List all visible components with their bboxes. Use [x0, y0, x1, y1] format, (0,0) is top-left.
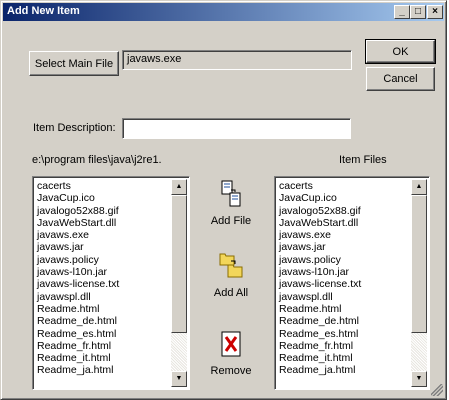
ok-button[interactable]: OK	[365, 39, 436, 64]
scroll-up-arrow-icon[interactable]: ▲	[171, 179, 187, 195]
list-item[interactable]: javaws.policy	[37, 254, 119, 266]
add-all-label: Add All	[213, 287, 249, 299]
list-item[interactable]: javaws.exe	[37, 229, 119, 241]
add-file-label: Add File	[210, 215, 252, 227]
list-item[interactable]: Readme_de.html	[37, 315, 119, 327]
list-item[interactable]: javaws-l10n.jar	[37, 266, 119, 278]
list-item[interactable]: javaws.exe	[279, 229, 361, 241]
item-files-scrollbar[interactable]: ▲ ▼	[411, 179, 427, 387]
add-new-item-dialog: Add New Item _ □ × Select Main File java…	[0, 0, 447, 400]
list-item[interactable]: javaws.policy	[279, 254, 361, 266]
remove-button[interactable]: Remove	[201, 331, 261, 377]
scroll-thumb[interactable]	[171, 195, 187, 333]
list-item[interactable]: javalogo52x88.gif	[37, 205, 119, 217]
minimize-button[interactable]: _	[394, 5, 410, 19]
resize-grip-icon[interactable]	[431, 384, 443, 396]
red-x-icon	[213, 331, 249, 361]
list-item[interactable]: JavaWebStart.dll	[279, 217, 361, 229]
item-files-list-items: cacerts JavaCup.ico javalogo52x88.gif Ja…	[279, 180, 361, 377]
list-item[interactable]: Readme.html	[279, 303, 361, 315]
list-item[interactable]: Readme_fr.html	[37, 340, 119, 352]
scroll-down-arrow-icon[interactable]: ▼	[171, 371, 187, 387]
source-list-items: cacerts JavaCup.ico javalogo52x88.gif Ja…	[37, 180, 119, 377]
source-path-label: e:\program files\java\j2re1.	[32, 154, 162, 166]
list-item[interactable]: cacerts	[279, 180, 361, 192]
list-item[interactable]: Readme.html	[37, 303, 119, 315]
source-file-list[interactable]: cacerts JavaCup.ico javalogo52x88.gif Ja…	[32, 176, 190, 390]
title-bar[interactable]: Add New Item _ □ ×	[3, 3, 444, 21]
list-item[interactable]: javaws.jar	[279, 241, 361, 253]
maximize-button[interactable]: □	[410, 5, 426, 19]
item-files-list[interactable]: cacerts JavaCup.ico javalogo52x88.gif Ja…	[274, 176, 430, 390]
list-item[interactable]: JavaCup.ico	[279, 192, 361, 204]
close-button[interactable]: ×	[427, 5, 443, 19]
scroll-down-arrow-icon[interactable]: ▼	[411, 371, 427, 387]
select-main-file-button[interactable]: Select Main File	[29, 51, 119, 76]
scroll-thumb[interactable]	[411, 195, 427, 333]
add-file-button[interactable]: Add File	[201, 179, 261, 227]
add-all-button[interactable]: Add All	[201, 251, 261, 299]
list-item[interactable]: javawspl.dll	[279, 291, 361, 303]
cancel-button[interactable]: Cancel	[366, 67, 435, 91]
list-item[interactable]: javaws-license.txt	[37, 278, 119, 290]
list-item[interactable]: Readme_ja.html	[279, 364, 361, 376]
item-description-input[interactable]	[122, 118, 351, 139]
item-description-label: Item Description:	[33, 122, 116, 134]
window-title: Add New Item	[7, 5, 80, 17]
list-item[interactable]: JavaCup.ico	[37, 192, 119, 204]
list-item[interactable]: Readme_ja.html	[37, 364, 119, 376]
list-item[interactable]: Readme_es.html	[37, 328, 119, 340]
list-item[interactable]: cacerts	[37, 180, 119, 192]
source-scrollbar[interactable]: ▲ ▼	[171, 179, 187, 387]
remove-label: Remove	[210, 365, 252, 377]
list-item[interactable]: Readme_es.html	[279, 328, 361, 340]
folder-copy-icon	[213, 251, 249, 281]
list-item[interactable]: javawspl.dll	[37, 291, 119, 303]
list-item[interactable]: javalogo52x88.gif	[279, 205, 361, 217]
list-item[interactable]: Readme_fr.html	[279, 340, 361, 352]
list-item[interactable]: javaws-l10n.jar	[279, 266, 361, 278]
add-file-icon	[213, 179, 249, 209]
list-item[interactable]: Readme_it.html	[37, 352, 119, 364]
main-file-field[interactable]: javaws.exe	[122, 50, 352, 70]
list-item[interactable]: javaws-license.txt	[279, 278, 361, 290]
list-item[interactable]: JavaWebStart.dll	[37, 217, 119, 229]
list-item[interactable]: Readme_de.html	[279, 315, 361, 327]
item-files-label: Item Files	[339, 154, 387, 166]
list-item[interactable]: javaws.jar	[37, 241, 119, 253]
scroll-up-arrow-icon[interactable]: ▲	[411, 179, 427, 195]
list-item[interactable]: Readme_it.html	[279, 352, 361, 364]
